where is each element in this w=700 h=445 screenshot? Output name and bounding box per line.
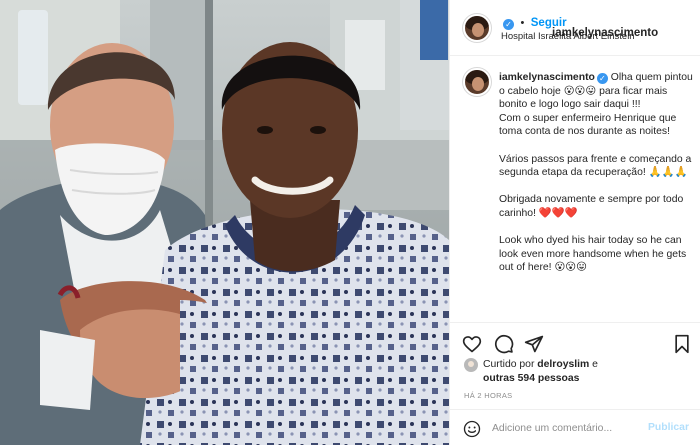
bookmark-icon[interactable] (673, 334, 691, 354)
comment-icon[interactable] (494, 334, 514, 354)
separator-dot: • (520, 17, 525, 29)
likes-connector: e (592, 359, 598, 370)
share-icon[interactable] (524, 334, 544, 354)
caption-avatar[interactable] (463, 68, 491, 96)
caption-section: iamkelynascimento ✓ Olha quem pintou o ca… (450, 56, 700, 321)
heart-icon[interactable] (462, 334, 482, 354)
header-user-row: iamkelynascimento ✓ • Seguir (501, 13, 658, 39)
liker-username[interactable]: delroyslim (537, 359, 589, 370)
likes-prefix: Curtido por (483, 359, 535, 370)
comment-input[interactable] (492, 420, 642, 437)
location-link[interactable]: Hospital Israelita Albert Einstein (501, 31, 635, 42)
post-details-panel: iamkelynascimento ✓ • Seguir Hospital Isr… (449, 0, 700, 445)
avatar[interactable] (463, 14, 491, 42)
verified-badge-icon: ✓ (503, 19, 514, 30)
comment-box: Publicar (450, 409, 700, 445)
likes-row: Curtido por delroyslim e outras 594 pess… (450, 352, 700, 392)
caption-text: iamkelynascimento ✓ Olha quem pintou o ca… (499, 71, 693, 275)
post-timestamp[interactable]: HÁ 2 HORAS (464, 391, 512, 400)
emoji-icon[interactable] (463, 420, 481, 438)
caption-username[interactable]: iamkelynascimento (499, 72, 595, 83)
post-photo[interactable] (0, 0, 449, 445)
post-header: iamkelynascimento ✓ • Seguir Hospital Isr… (450, 0, 700, 56)
publish-button[interactable]: Publicar (648, 422, 689, 433)
likes-text: Curtido por delroyslim e outras 594 pess… (483, 358, 683, 385)
caption-body: Olha quem pintou o cabelo hoje 😮😮😛 para … (499, 72, 693, 274)
hospital-photo-illustration (0, 0, 449, 445)
liker-avatar[interactable] (464, 358, 478, 372)
verified-badge-icon: ✓ (596, 73, 608, 84)
likes-count-link[interactable]: outras 594 pessoas (483, 373, 579, 384)
